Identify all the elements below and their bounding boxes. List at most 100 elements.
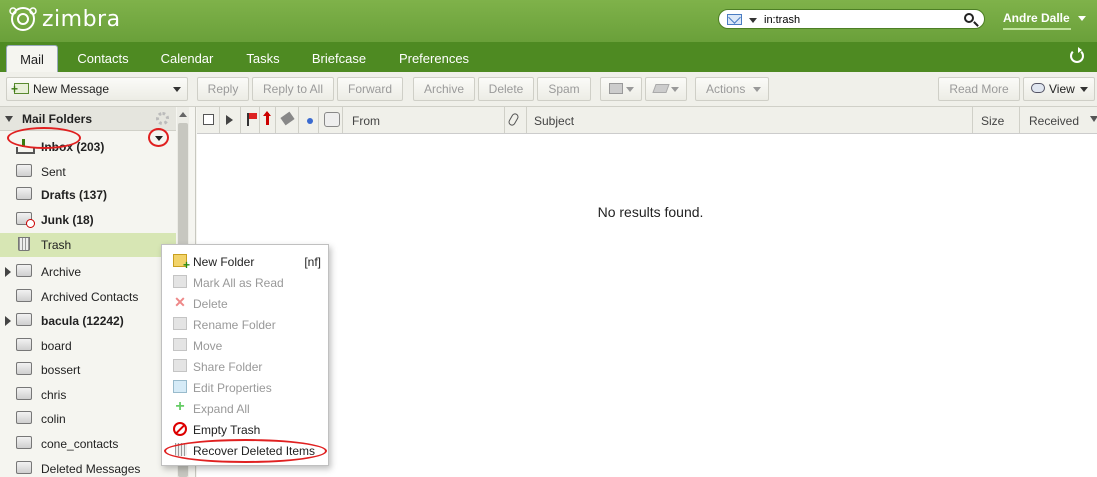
tab-preferences[interactable]: Preferences xyxy=(388,45,480,72)
tab-mail[interactable]: Mail xyxy=(6,45,58,72)
menu-item-mark-all-read[interactable]: Mark All as Read xyxy=(162,272,330,293)
folder-trash[interactable]: Trash xyxy=(0,233,176,257)
menu-item-label: Rename Folder xyxy=(193,318,276,332)
folder-label: Trash xyxy=(41,238,72,252)
folder-label: Deleted Messages xyxy=(41,462,141,476)
menu-item-label: Expand All xyxy=(193,402,250,416)
menu-item-label: Share Folder xyxy=(193,360,263,374)
folder-archive[interactable]: Archive xyxy=(0,260,176,284)
tab-briefcase[interactable]: Briefcase xyxy=(300,45,378,72)
folder-chris[interactable]: chris xyxy=(0,383,176,407)
reply-all-button[interactable]: Reply to All xyxy=(252,77,334,101)
sent-folder-icon xyxy=(16,164,32,177)
mail-toolbar: New Message Reply Reply to All Forward A… xyxy=(0,72,1097,107)
folder-label: board xyxy=(41,339,72,353)
drafts-folder-icon xyxy=(16,187,32,200)
chevron-down-icon[interactable] xyxy=(1078,16,1086,21)
folder-bacula[interactable]: bacula (12242) xyxy=(0,309,176,333)
tab-calendar[interactable]: Calendar xyxy=(148,45,226,72)
folder-drafts[interactable]: Drafts (137) xyxy=(0,183,176,207)
tag-icon xyxy=(652,84,670,93)
junk-folder-icon xyxy=(16,212,35,228)
folder-label: Drafts (137) xyxy=(41,188,108,202)
folder-junk[interactable]: Junk (18) xyxy=(0,208,176,232)
mark-read-icon xyxy=(173,275,187,288)
menu-item-new-folder[interactable]: New Folder [nf] xyxy=(162,251,330,272)
chevron-down-icon xyxy=(1080,87,1088,92)
reply-button[interactable]: Reply xyxy=(197,77,249,101)
zimbra-logo[interactable]: zimbra xyxy=(8,6,121,32)
trash-icon xyxy=(18,237,30,251)
folder-icon xyxy=(16,313,32,326)
sort-filter-icon[interactable] xyxy=(1090,116,1097,122)
print-button[interactable] xyxy=(600,77,642,101)
actions-label: Actions xyxy=(706,82,746,96)
folder-menu-dropdown[interactable] xyxy=(148,128,169,147)
folder-board[interactable]: board xyxy=(0,334,176,358)
archive-button[interactable]: Archive xyxy=(413,77,475,101)
tag-button[interactable] xyxy=(645,77,687,101)
search-input[interactable] xyxy=(764,12,954,27)
folder-label: Sent xyxy=(41,165,66,179)
search-icon[interactable] xyxy=(964,13,974,23)
view-button[interactable]: View xyxy=(1023,77,1095,101)
collapse-arrow-icon[interactable] xyxy=(5,116,13,122)
folder-sent[interactable]: Sent xyxy=(0,160,176,184)
menu-item-expand-all[interactable]: + Expand All xyxy=(162,398,330,419)
folder-icon xyxy=(16,387,32,400)
folder-context-menu: New Folder [nf] Mark All as Read ✕ Delet… xyxy=(161,244,329,466)
folder-icon xyxy=(16,338,32,351)
expand-arrow-icon[interactable] xyxy=(5,316,11,326)
tab-contacts[interactable]: Contacts xyxy=(68,45,138,72)
menu-item-delete[interactable]: ✕ Delete xyxy=(162,293,330,314)
folder-icon xyxy=(16,436,32,449)
menu-item-share-folder[interactable]: Share Folder xyxy=(162,356,330,377)
read-more-button[interactable]: Read More xyxy=(938,77,1020,101)
forward-button[interactable]: Forward xyxy=(337,77,403,101)
chevron-down-icon[interactable] xyxy=(155,136,163,141)
view-icon xyxy=(1031,83,1045,93)
menu-item-empty-trash[interactable]: Empty Trash xyxy=(162,419,330,440)
spam-button[interactable]: Spam xyxy=(537,77,591,101)
chevron-down-icon[interactable] xyxy=(749,18,757,23)
folder-colin[interactable]: colin xyxy=(0,407,176,431)
empty-trash-icon xyxy=(173,422,187,436)
annotation-circle xyxy=(164,439,327,463)
list-header: From Subject Size Received xyxy=(197,107,1097,134)
folder-deleted-messages[interactable]: Deleted Messages xyxy=(0,457,176,477)
search-box[interactable] xyxy=(718,9,985,29)
menu-item-move[interactable]: Move xyxy=(162,335,330,356)
folder-label: bossert xyxy=(41,363,81,377)
chevron-down-icon xyxy=(626,87,634,92)
folder-cone-contacts[interactable]: cone_contacts xyxy=(0,432,176,456)
menu-item-label: Edit Properties xyxy=(193,381,272,395)
chevron-down-icon[interactable] xyxy=(173,87,181,92)
zimbra-logo-icon xyxy=(9,7,37,31)
top-header: zimbra Andre Dalle xyxy=(0,0,1097,42)
delete-button[interactable]: Delete xyxy=(478,77,534,101)
actions-button[interactable]: Actions xyxy=(695,77,769,101)
refresh-icon[interactable] xyxy=(1070,47,1084,63)
gear-icon[interactable] xyxy=(156,112,169,125)
message-list: From Subject Size Received No results fo… xyxy=(197,107,1097,477)
folder-label: cone_contacts xyxy=(41,437,119,451)
scroll-up-icon[interactable] xyxy=(179,112,187,117)
presence-indicator xyxy=(1003,28,1071,30)
new-message-icon xyxy=(11,78,29,100)
menu-item-label: Move xyxy=(193,339,223,353)
user-name[interactable]: Andre Dalle xyxy=(1003,11,1070,25)
folder-icon xyxy=(16,362,32,375)
folder-label: Archive xyxy=(41,265,82,279)
folder-archived-contacts[interactable]: Archived Contacts xyxy=(0,285,176,309)
folder-label: colin xyxy=(41,412,66,426)
mail-icon[interactable] xyxy=(727,14,742,25)
annotation-circle xyxy=(7,127,81,149)
folder-label: Junk (18) xyxy=(41,213,94,227)
expand-arrow-icon[interactable] xyxy=(5,267,11,277)
tab-tasks[interactable]: Tasks xyxy=(236,45,290,72)
column-received[interactable]: Received xyxy=(1029,114,1079,128)
menu-item-edit-properties[interactable]: Edit Properties xyxy=(162,377,330,398)
folder-bossert[interactable]: bossert xyxy=(0,358,176,382)
new-message-button[interactable]: New Message xyxy=(6,77,188,101)
menu-item-rename-folder[interactable]: Rename Folder xyxy=(162,314,330,335)
